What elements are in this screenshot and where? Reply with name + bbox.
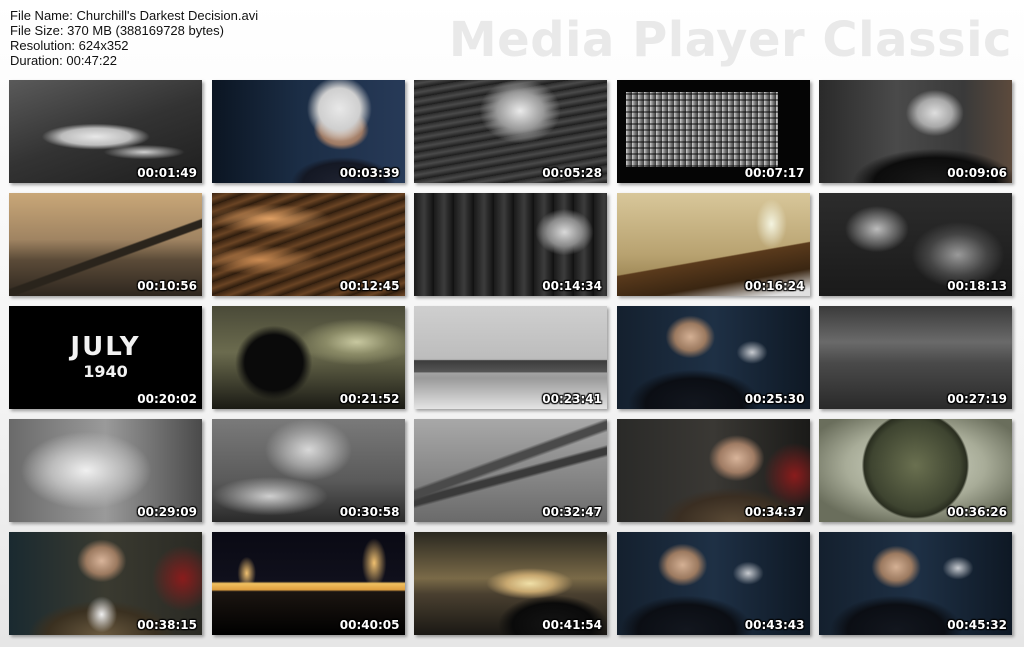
timestamp: 00:10:56: [137, 279, 197, 293]
file-name-text: File Name: Churchill's Darkest Decision.…: [10, 8, 259, 23]
duration-text: Duration: 00:47:22: [10, 53, 117, 68]
thumbnail: 00:27:19: [819, 306, 1012, 409]
title-card-year: 1940: [83, 362, 128, 381]
timestamp: 00:01:49: [137, 166, 197, 180]
thumbnail: 00:34:37: [616, 419, 810, 522]
timestamp: 00:41:54: [542, 618, 602, 632]
timestamp: 00:27:19: [947, 392, 1007, 406]
thumbnail: 00:36:26: [819, 419, 1012, 522]
thumbnail: 00:18:13: [819, 193, 1012, 296]
thumbnail: 00:07:17: [616, 80, 810, 183]
thumbnail: 00:40:05: [211, 532, 405, 635]
timestamp: 00:07:17: [744, 166, 805, 180]
thumbnail: 00:23:41: [414, 306, 607, 409]
timestamp: 00:21:52: [339, 392, 400, 406]
thumbnail: 00:05:28: [414, 80, 607, 183]
thumbnail: 00:30:58: [211, 419, 405, 522]
file-info-panel: File Name: Churchill's Darkest Decision.…: [10, 8, 258, 68]
resolution-text: Resolution: 624x352: [10, 38, 129, 53]
timestamp: 00:03:39: [339, 166, 400, 180]
timestamp: 00:40:05: [339, 618, 400, 632]
thumbnail: 00:09:06: [819, 80, 1012, 183]
thumbnail: 00:03:39: [211, 80, 405, 183]
timestamp: 00:29:09: [137, 505, 197, 519]
thumbnail: JULY 1940 00:20:02: [9, 306, 202, 409]
thumbnail-grid: 00:01:49 00:03:39 00:05:28 00:07:17 00:0…: [9, 80, 1012, 635]
timestamp: 00:43:43: [744, 618, 805, 632]
timestamp: 00:23:41: [542, 392, 602, 406]
file-size-text: File Size: 370 MB (388169728 bytes): [10, 23, 224, 38]
timestamp: 00:12:45: [339, 279, 400, 293]
thumbnail: 00:43:43: [616, 532, 810, 635]
media-player-classic-logo-text: Media Player Classic: [448, 12, 1012, 68]
thumbnail: 00:14:34: [414, 193, 607, 296]
thumbnail: 00:38:15: [9, 532, 202, 635]
title-card-month: JULY: [70, 332, 141, 362]
timestamp: 00:32:47: [542, 505, 602, 519]
thumbnail: 00:10:56: [9, 193, 202, 296]
timestamp: 00:38:15: [137, 618, 197, 632]
timestamp: 00:18:13: [947, 279, 1007, 293]
timestamp: 00:20:02: [137, 392, 197, 406]
thumbnail: 00:45:32: [819, 532, 1012, 635]
thumbnail: 00:21:52: [211, 306, 405, 409]
thumbnail-image-inner: [625, 92, 778, 167]
thumbnail: 00:29:09: [9, 419, 202, 522]
timestamp: 00:45:32: [947, 618, 1007, 632]
thumbnail: 00:41:54: [414, 532, 607, 635]
timestamp: 00:05:28: [542, 166, 602, 180]
timestamp: 00:36:26: [947, 505, 1007, 519]
timestamp: 00:25:30: [744, 392, 805, 406]
timestamp: 00:09:06: [947, 166, 1007, 180]
timestamp: 00:30:58: [339, 505, 400, 519]
thumbnail: 00:32:47: [414, 419, 607, 522]
thumbnail: 00:16:24: [616, 193, 810, 296]
timestamp: 00:16:24: [744, 279, 805, 293]
timestamp: 00:14:34: [542, 279, 602, 293]
thumbnail: 00:25:30: [616, 306, 810, 409]
thumbnail: 00:01:49: [9, 80, 202, 183]
timestamp: 00:34:37: [744, 505, 805, 519]
thumbnail: 00:12:45: [211, 193, 405, 296]
